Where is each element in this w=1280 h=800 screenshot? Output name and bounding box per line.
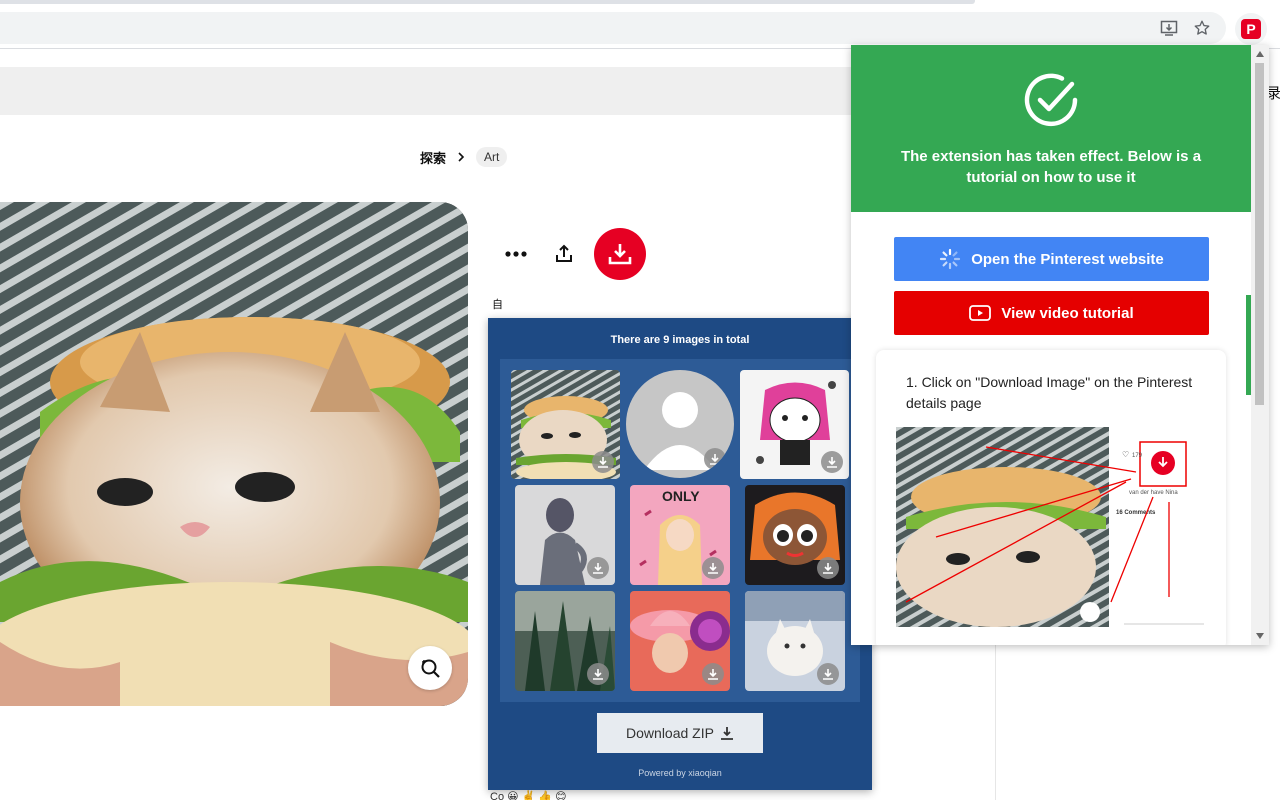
share-button[interactable] (548, 238, 580, 270)
extension-icon[interactable]: P (1235, 13, 1267, 45)
browser-toolbar: P (0, 10, 1280, 46)
thumb-only-pink-girl[interactable]: ONLY (630, 485, 730, 585)
preview-likes: 179 (1132, 453, 1143, 459)
scroll-down-icon[interactable] (1256, 633, 1264, 639)
pin-image[interactable] (0, 202, 468, 706)
step-1-text: 1. Click on "Download Image" on the Pint… (906, 372, 1206, 414)
lens-icon (419, 657, 441, 679)
breadcrumb-root[interactable]: 探索 (420, 148, 446, 167)
check-circle-icon (1022, 71, 1080, 129)
thumb-cat-burger[interactable] (511, 370, 620, 479)
popup-hero: The extension has taken effect. Below is… (851, 45, 1251, 212)
svg-text:♡: ♡ (1122, 450, 1129, 459)
share-icon (554, 244, 574, 264)
preview-user: van der have Nina (1129, 490, 1178, 496)
view-video-button[interactable]: View video tutorial (894, 291, 1209, 335)
thumb-download-icon[interactable] (587, 557, 609, 579)
thumb-pink-hat-girl[interactable] (630, 591, 730, 691)
download-zip-button[interactable]: Download ZIP (597, 713, 763, 753)
small-glyph: 自 (492, 296, 503, 312)
thumb-download-icon[interactable] (817, 663, 839, 685)
address-bar[interactable] (0, 12, 1226, 44)
chevron-right-icon (456, 150, 466, 165)
thumb-shadow-figure[interactable] (515, 485, 615, 585)
download-panel: There are 9 images in total ONLY (488, 318, 872, 790)
scroll-up-icon[interactable] (1256, 51, 1264, 57)
tab-strip (0, 0, 1280, 10)
install-app-icon[interactable] (1158, 17, 1180, 39)
thumb-download-icon[interactable] (702, 557, 724, 579)
powered-by-text: Powered by xiaoqian (488, 768, 872, 778)
breadcrumb: 探索 Art (420, 145, 507, 169)
thumb-download-icon[interactable] (817, 557, 839, 579)
thumb-powerpuff-cartoon[interactable] (745, 485, 845, 585)
page-header-bar (0, 67, 860, 115)
thumb-download-icon[interactable] (592, 451, 614, 473)
play-icon (969, 305, 991, 321)
page-scroll-indicator (1246, 295, 1251, 395)
svg-text:ONLY: ONLY (662, 488, 700, 504)
tutorial-screenshot: ♡ 179 van der have Nina 16 Comments (896, 427, 1206, 627)
download-zip-label: Download ZIP (626, 725, 714, 741)
thumb-download-icon[interactable] (587, 663, 609, 685)
popup-scroll-thumb[interactable] (1255, 63, 1264, 405)
extension-popup: The extension has taken effect. Below is… (851, 45, 1269, 645)
open-pinterest-button[interactable]: Open the Pinterest website (894, 237, 1209, 281)
thumb-pine-forest[interactable] (515, 591, 615, 691)
thumb-download-icon[interactable] (704, 448, 726, 470)
download-image-button[interactable] (594, 228, 646, 280)
extension-letter: P (1241, 19, 1261, 39)
download-icon (607, 241, 633, 267)
preview-comments: 16 Comments (1116, 510, 1156, 516)
breadcrumb-current[interactable]: Art (476, 147, 507, 167)
hero-message: The extension has taken effect. Below is… (891, 146, 1211, 188)
download-panel-title: There are 9 images in total (488, 334, 872, 346)
star-icon[interactable] (1191, 17, 1213, 39)
thumb-download-icon[interactable] (821, 451, 843, 473)
thumb-pink-hair-drawing[interactable] (740, 370, 849, 479)
visual-search-button[interactable] (408, 646, 452, 690)
comment-peek: Co 😀 ✌️ 👍 😊 (490, 790, 720, 800)
tutorial-step-card: 1. Click on "Download Image" on the Pint… (876, 350, 1226, 645)
thumb-download-icon[interactable] (702, 663, 724, 685)
image-grid: ONLY (500, 359, 860, 702)
column-divider (995, 645, 996, 800)
download-icon (720, 726, 734, 740)
tab-edge (0, 0, 975, 4)
ellipsis-icon (505, 251, 527, 257)
thumb-white-cat-snow[interactable] (745, 591, 845, 691)
thumb-default-avatar[interactable] (626, 370, 734, 478)
more-options-button[interactable] (500, 238, 532, 270)
open-pinterest-label: Open the Pinterest website (971, 251, 1164, 268)
view-video-label: View video tutorial (1001, 305, 1133, 322)
loading-spinner-icon (939, 248, 961, 270)
